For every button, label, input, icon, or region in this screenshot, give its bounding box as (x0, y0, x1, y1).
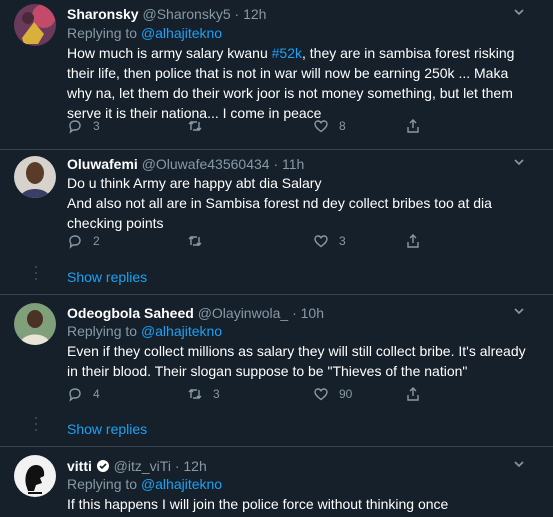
user-handle[interactable]: @itz_viTi (114, 458, 171, 474)
like-button[interactable]: 90 (313, 386, 352, 402)
share-icon (407, 119, 419, 133)
replying-to-label: Replying to (67, 25, 141, 41)
replying-to: Replying to @alhajitekno (67, 25, 222, 41)
reply-button[interactable]: 4 (67, 386, 100, 402)
share-button[interactable] (405, 233, 421, 249)
reply-icon (69, 235, 81, 249)
replying-to: Replying to @alhajitekno (67, 323, 222, 339)
display-name[interactable]: Oluwafemi (67, 156, 138, 172)
share-icon (407, 234, 419, 248)
timestamp[interactable]: 11h (282, 156, 304, 172)
like-count: 90 (339, 387, 353, 401)
retweet-icon (188, 121, 202, 131)
separator-dot: · (292, 305, 297, 321)
replying-to: Replying to @alhajitekno (67, 476, 222, 492)
user-handle[interactable]: @Oluwafe43560434 (142, 156, 270, 172)
tweet-actions: 3 8 (67, 118, 427, 136)
share-button[interactable] (405, 118, 421, 134)
tweet-text-part: How much is army salary kwanu (67, 45, 272, 61)
chevron-down-icon[interactable] (513, 6, 525, 21)
display-name[interactable]: Odeogbola Saheed (67, 305, 194, 321)
like-count: 3 (339, 234, 346, 248)
display-name[interactable]: Sharonsky (67, 6, 139, 22)
user-handle[interactable]: @Sharonsky5 (142, 6, 230, 22)
separator-dot: · (273, 156, 279, 172)
reply-icon (69, 120, 81, 134)
tweet-sharonsky[interactable]: Sharonsky @Sharonsky5 · 12h Replying to … (0, 0, 553, 150)
verified-badge-icon (96, 460, 109, 472)
tweet-vitti[interactable]: vitti @itz_viTi · 12h Replying to @alhaj… (0, 447, 553, 517)
heart-icon (314, 235, 328, 248)
thread-dot (35, 278, 37, 280)
replying-to-label: Replying to (67, 323, 141, 339)
avatar-image (14, 156, 56, 198)
separator-dot: · (234, 6, 240, 22)
reply-count: 3 (93, 119, 100, 133)
tweet-header: Sharonsky @Sharonsky5 · 12h (67, 6, 266, 22)
retweet-icon (188, 236, 202, 246)
share-button[interactable] (405, 386, 421, 402)
tweet-text: How much is army salary kwanu #52k, they… (67, 43, 537, 123)
show-replies-link[interactable]: Show replies (67, 421, 147, 437)
thread-dot (35, 423, 37, 425)
tweet-text: Do u think Army are happy abt dia Salary… (67, 175, 492, 231)
tweet-actions: 4 3 90 (67, 386, 427, 404)
avatar[interactable] (14, 455, 56, 497)
heart-icon (314, 120, 328, 133)
reply-button[interactable]: 3 (67, 118, 100, 134)
avatar[interactable] (14, 4, 56, 46)
chevron-down-icon[interactable] (513, 156, 525, 171)
thread-dot (35, 429, 37, 431)
timestamp[interactable]: 10h (301, 305, 324, 321)
tweet-header: Odeogbola Saheed @Olayinwola_ · 10h (67, 305, 324, 321)
avatar-image (14, 455, 56, 497)
retweet-button[interactable]: 3 (187, 386, 220, 402)
like-count: 8 (339, 119, 346, 133)
heart-icon (314, 388, 328, 401)
thread-dot (35, 266, 37, 268)
avatar[interactable] (14, 303, 56, 345)
tweet-text: Even if they collect millions as salary … (67, 343, 526, 379)
tweet-text: If this happens I will join the police f… (67, 496, 449, 512)
hashtag-link[interactable]: #52k (272, 45, 302, 61)
tweet-oluwafemi[interactable]: Oluwafemi @Oluwafe43560434 · 11h Do u th… (0, 150, 553, 294)
timestamp[interactable]: 12h (183, 458, 206, 474)
reply-count: 4 (93, 387, 100, 401)
like-button[interactable]: 8 (313, 118, 346, 134)
retweet-count: 3 (213, 387, 220, 401)
timestamp[interactable]: 12h (243, 6, 266, 22)
thread-dot (35, 272, 37, 274)
reply-button[interactable]: 2 (67, 233, 100, 249)
separator-dot: · (174, 458, 180, 474)
user-handle[interactable]: @Olayinwola_ (198, 305, 288, 321)
retweet-button[interactable] (187, 118, 213, 134)
display-name[interactable]: vitti (67, 458, 92, 474)
avatar[interactable] (14, 156, 56, 198)
chevron-down-icon[interactable] (513, 458, 525, 473)
replying-to-label: Replying to (67, 476, 141, 492)
retweet-button[interactable] (187, 233, 213, 249)
retweet-icon (188, 389, 202, 399)
show-replies-link[interactable]: Show replies (67, 269, 147, 285)
reply-icon (69, 388, 81, 402)
replying-to-handle[interactable]: @alhajitekno (141, 323, 222, 339)
share-icon (407, 387, 419, 401)
tweet-actions: 2 3 (67, 233, 427, 251)
like-button[interactable]: 3 (313, 233, 346, 249)
avatar-image (14, 4, 56, 46)
avatar-image (14, 303, 56, 345)
chevron-down-icon[interactable] (513, 305, 525, 320)
replying-to-handle[interactable]: @alhajitekno (141, 25, 222, 41)
thread-dot (35, 417, 37, 419)
replying-to-handle[interactable]: @alhajitekno (141, 476, 222, 492)
tweet-header: Oluwafemi @Oluwafe43560434 · 11h (67, 156, 304, 172)
tweet-header: vitti @itz_viTi · 12h (67, 458, 207, 474)
reply-count: 2 (93, 234, 100, 248)
tweet-odeogbola[interactable]: Odeogbola Saheed @Olayinwola_ · 10h Repl… (0, 295, 553, 445)
